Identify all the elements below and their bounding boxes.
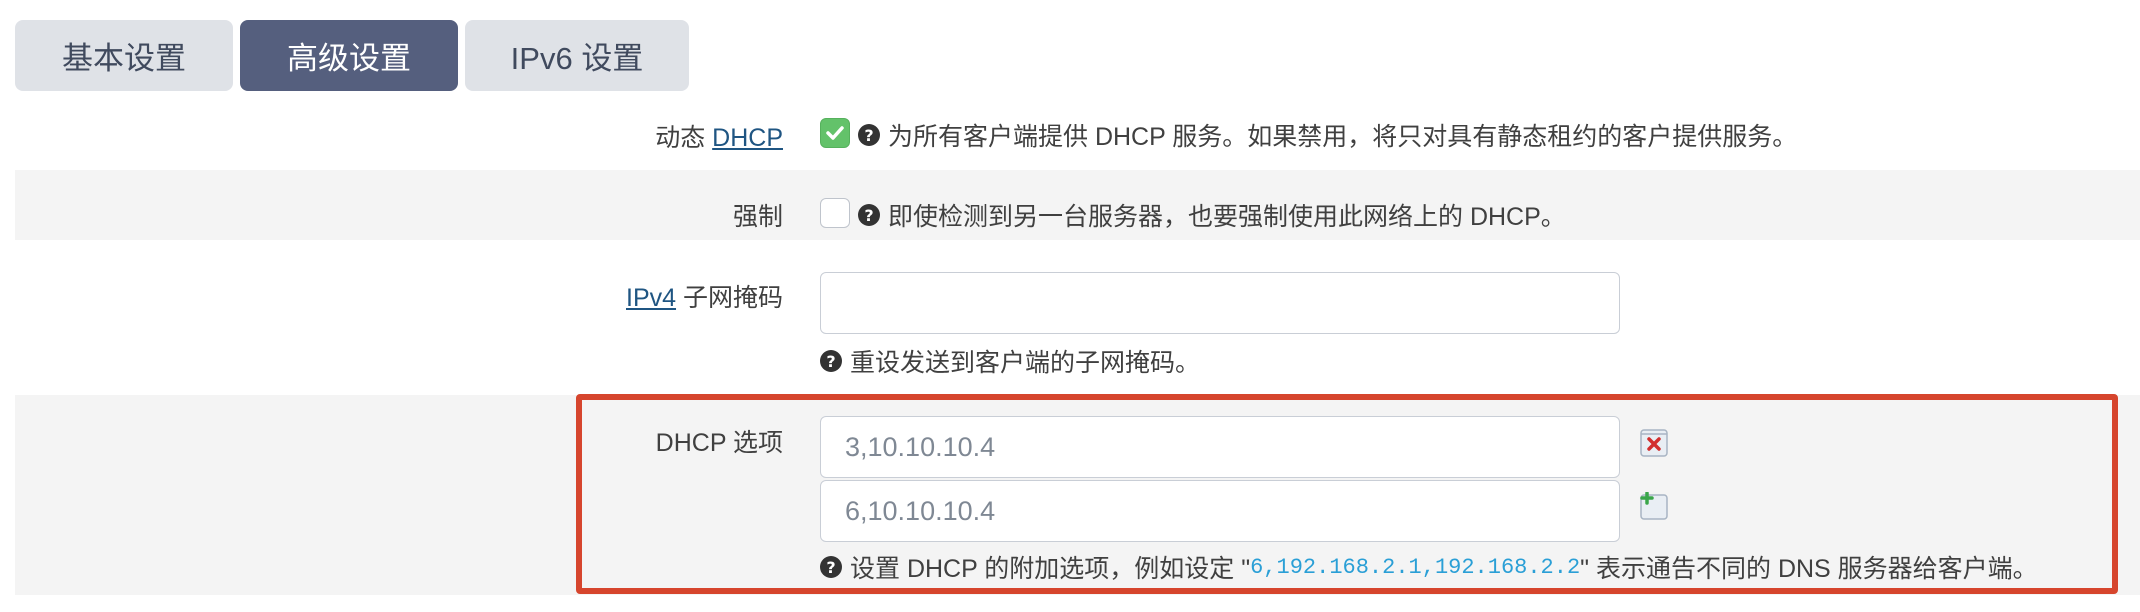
dhcp-option-input-2[interactable]: 6,10.10.10.4 <box>820 480 1620 542</box>
dynamic-dhcp-label: 动态 DHCP <box>655 118 783 154</box>
dhcp-options-help-code: 6,192.168.2.1,192.168.2.2 <box>1250 554 1581 580</box>
help-circle-icon: ? <box>858 204 880 226</box>
add-value-icon[interactable] <box>1640 491 1668 520</box>
help-circle-icon: ? <box>820 556 842 578</box>
dynamic-dhcp-help: ? 为所有客户端提供 DHCP 服务。如果禁用，将只对具有静态租约的客户提供服务… <box>858 117 1797 153</box>
dynamic-dhcp-checkbox[interactable] <box>820 118 850 148</box>
force-checkbox[interactable] <box>820 198 850 228</box>
tab-advanced-settings[interactable]: 高级设置 <box>240 20 458 91</box>
netmask-label: IPv4 子网掩码 <box>626 278 783 314</box>
force-help-text: 即使检测到另一台服务器，也要强制使用此网络上的 DHCP。 <box>888 203 1566 231</box>
dynamic-dhcp-help-text: 为所有客户端提供 DHCP 服务。如果禁用，将只对具有静态租约的客户提供服务。 <box>888 123 1798 151</box>
help-circle-icon: ? <box>858 124 880 146</box>
dhcp-option-input-1[interactable]: 3,10.10.10.4 <box>820 416 1620 478</box>
ipv4-link[interactable]: IPv4 <box>626 284 676 312</box>
tab-general-settings[interactable]: 基本设置 <box>15 20 233 91</box>
tab-ipv6-settings[interactable]: IPv6 设置 <box>465 20 689 91</box>
force-label: 强制 <box>732 203 783 231</box>
checkmark-icon <box>826 126 844 140</box>
netmask-input[interactable] <box>820 272 1620 334</box>
dhcp-options-help-prefix: 设置 DHCP 的附加选项，例如设定 " <box>850 555 1251 583</box>
dhcp-options-label: DHCP 选项 <box>655 429 783 457</box>
tab-bar: 基本设置 高级设置 IPv6 设置 <box>15 20 689 91</box>
netmask-help: ? 重设发送到客户端的子网掩码。 <box>820 343 1200 379</box>
help-circle-icon: ? <box>820 350 842 372</box>
netmask-label-suffix: 子网掩码 <box>682 284 783 312</box>
remove-value-icon[interactable] <box>1640 429 1668 457</box>
dhcp-options-help-suffix: " 表示通告不同的 DNS 服务器给客户端。 <box>1580 555 2038 583</box>
netmask-help-text: 重设发送到客户端的子网掩码。 <box>850 349 1201 377</box>
dhcp-link[interactable]: DHCP <box>712 124 783 152</box>
force-help: ? 即使检测到另一台服务器，也要强制使用此网络上的 DHCP。 <box>858 197 1566 233</box>
dhcp-options-help: ? 设置 DHCP 的附加选项，例如设定 " 6,192.168.2.1,192.… <box>820 549 2038 585</box>
dynamic-dhcp-label-prefix: 动态 <box>655 124 706 152</box>
